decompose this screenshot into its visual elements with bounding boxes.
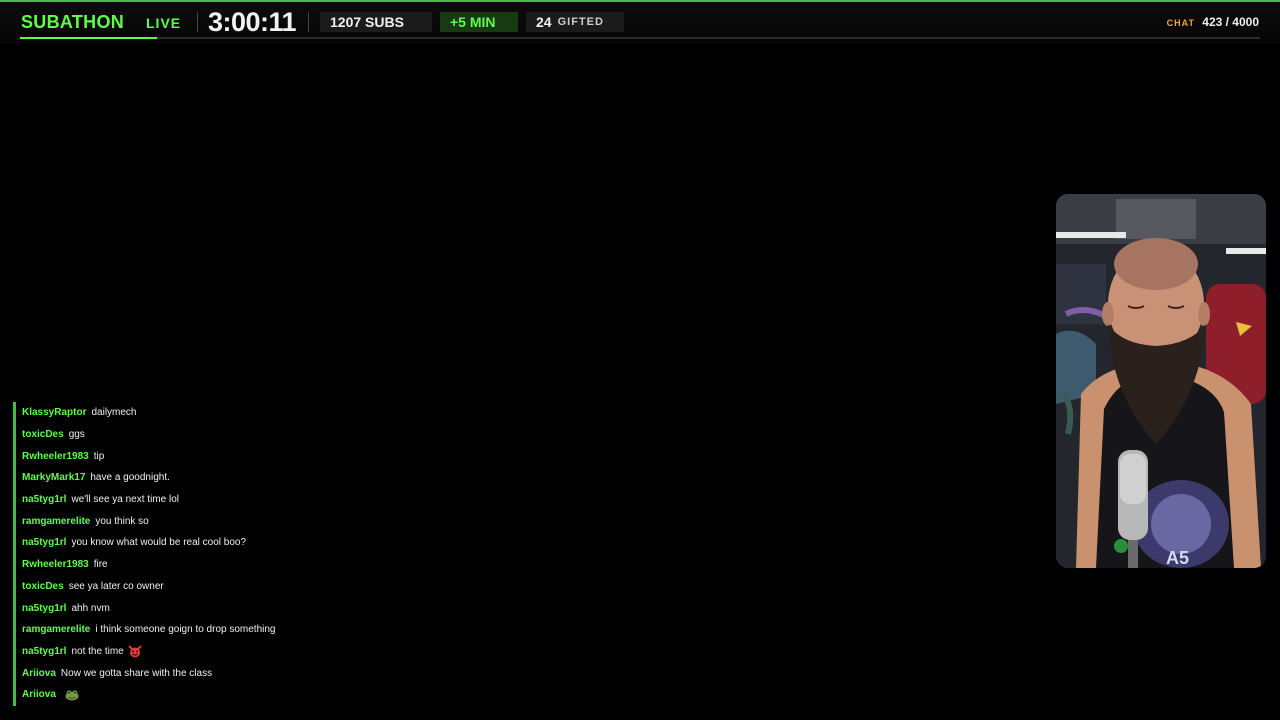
gifted-label: GIFTED [557,16,604,28]
chat-message: na5tyg1rl you know what would be real coo… [13,532,433,554]
chat-username: ramgamerelite [22,624,91,636]
chat-text: not the time [71,645,124,657]
chat-counter-label: CHAT [1166,18,1195,28]
live-indicator: LIVE [146,15,182,31]
chat-message: toxicDes see ya later co owner [13,575,433,598]
chat-message: na5tyg1rl ahh nvm [13,597,433,619]
chat-text: tip [93,450,105,462]
chat-username: na5tyg1rl [22,537,67,549]
divider [308,12,309,32]
chat-text: fire [93,559,108,571]
chat-text: Now we gotta share with the class [60,667,213,679]
chat-text: have a goodnight. [90,472,170,484]
gifted-count: 24 [536,14,552,30]
chat-message: na5tyg1rl we'll see ya next time lol [13,488,433,511]
top-accent-line [0,0,1280,2]
gifted-counter: 24 GIFTED [526,12,624,32]
chat-message: Rwheeler1983 tip [13,445,433,468]
stream-overlay: SUBATHON LIVE 3:00:11 1207 SUBS +5 MIN 2… [0,0,1280,720]
progress-track [20,37,1260,39]
chat-username: ramgamerelite [22,515,91,527]
time-bonus-badge: +5 MIN [440,12,518,32]
chat-message: ramgamerelite i think someone goign to dr… [13,618,433,641]
subathon-status-bar: SUBATHON LIVE 3:00:11 1207 SUBS +5 MIN 2… [0,0,1280,44]
chat-message: na5tyg1rl not the time [13,640,433,663]
chat-text: i think someone goign to drop something [95,624,276,636]
chat-message: Rwheeler1983 fire [13,553,433,576]
chat-username: Ariiova [22,689,56,701]
chat-message: Ariiova Now we gotta share with the class [13,662,433,684]
chat-text: you know what would be real cool boo? [71,537,247,549]
chat-username: toxicDes [22,429,64,441]
chat-counter-value: 423 / 4000 [1202,15,1259,29]
chat-message: MarkyMark17 have a goodnight. [13,467,433,489]
chat-text: see ya later co owner [68,580,164,592]
streamer-webcam-icon: A5 [1056,194,1266,568]
svg-text:A5: A5 [1166,548,1189,568]
progress-fill [20,37,157,39]
chat-username: na5tyg1rl [22,602,67,614]
time-bonus-label: +5 MIN [450,14,496,30]
subs-counter: 1207 SUBS [320,12,432,32]
chat-message: toxicDes ggs [13,423,433,446]
chat-username: na5tyg1rl [22,645,67,657]
subs-count-label: 1207 SUBS [330,14,404,30]
chat-username: KlassyRaptor [22,407,87,419]
chat-username: Rwheeler1983 [22,559,89,571]
chat-overlay: KlassyRaptor dailymech toxicDes ggs Rwheel… [13,402,433,706]
frog-emote-icon [65,690,79,701]
subathon-title: SUBATHON [21,12,125,32]
chat-counter: CHAT 423 / 4000 [1167,15,1259,29]
chat-username: toxicDes [22,580,64,592]
chat-username: Ariiova [22,667,56,679]
chat-message: Ariiova [13,683,433,706]
subathon-timer: 3:00:11 [208,7,297,37]
chat-message: KlassyRaptor dailymech [13,402,433,424]
chat-message: ramgamerelite you think so [13,510,433,533]
chat-username: MarkyMark17 [22,472,86,484]
chat-username: Rwheeler1983 [22,450,89,462]
chat-text: you think so [95,515,149,527]
chat-text: dailymech [91,407,137,419]
chat-username: na5tyg1rl [22,494,67,506]
chat-text: ahh nvm [71,602,110,614]
chat-text: we'll see ya next time lol [71,494,179,506]
devil-emote-icon [128,645,142,658]
divider [197,12,198,32]
webcam-feed: A5 [1056,194,1266,568]
chat-text: ggs [68,429,85,441]
